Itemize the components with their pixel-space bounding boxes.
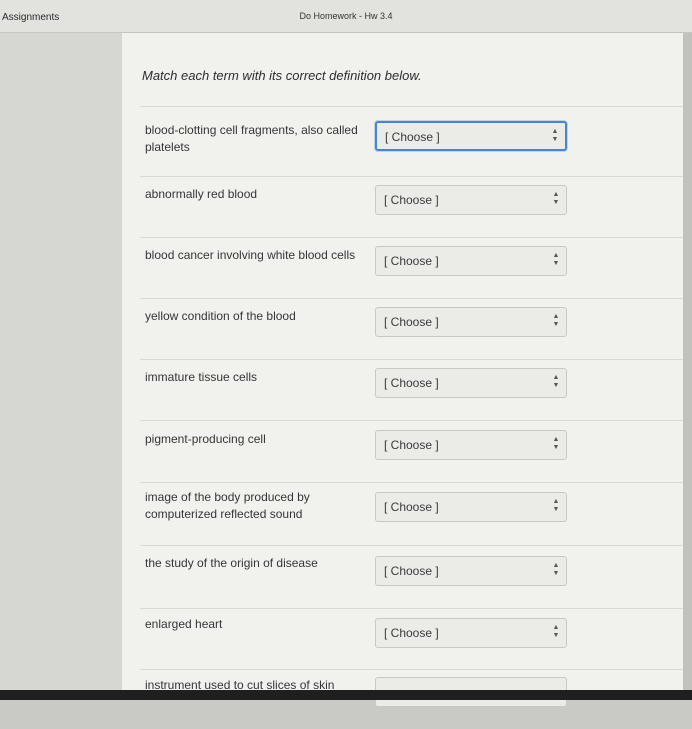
up-down-arrows-icon: ▲ ▼ xyxy=(552,624,560,639)
bottom-bar xyxy=(0,690,692,700)
up-down-arrows-icon: ▲ ▼ xyxy=(552,498,560,513)
term-text: pigment-producing cell xyxy=(145,432,266,446)
match-row: image of the body produced by computeriz… xyxy=(140,483,692,543)
match-row: yellow condition of the blood [ Choose ]… xyxy=(140,298,692,358)
term-text: immature tissue cells xyxy=(145,370,258,384)
up-down-arrows-icon: ▲ ▼ xyxy=(552,252,560,267)
select-value: [ Choose ] xyxy=(384,376,439,390)
select-value: [ Choose ] xyxy=(384,315,439,329)
term-text: instrument used to cut slices of skin xyxy=(145,678,335,689)
up-down-arrows-icon: ▲ ▼ xyxy=(551,128,559,143)
match-row: immature tissue cells [ Choose ] ▲ ▼ xyxy=(140,359,692,419)
up-down-arrows-icon: ▲ ▼ xyxy=(552,191,560,206)
divider xyxy=(140,545,692,546)
select-value: [ Choose ] xyxy=(384,564,439,578)
term-text: image of the body produced by computeriz… xyxy=(145,490,310,521)
page-title: Do Homework - Hw 3.4 xyxy=(299,11,393,21)
match-row: enlarged heart [ Choose ] ▲ ▼ xyxy=(140,609,692,669)
up-down-arrows-icon: ▲ ▼ xyxy=(552,313,560,328)
select-value: [ Choose ] xyxy=(384,193,439,207)
match-row: blood-clotting cell fragments, also call… xyxy=(140,113,692,173)
answer-select[interactable]: [ Choose ] ▲ ▼ xyxy=(375,492,567,522)
match-row: the study of the origin of disease [ Cho… xyxy=(140,547,692,607)
term-text: enlarged heart xyxy=(145,617,223,631)
up-down-arrows-icon: ▲ ▼ xyxy=(552,562,560,577)
select-value: [ Choose ] xyxy=(384,438,439,452)
question-instruction: Match each term with its correct definit… xyxy=(142,68,422,83)
match-row: blood cancer involving white blood cells… xyxy=(140,237,692,297)
left-panel xyxy=(0,33,122,700)
divider xyxy=(140,106,692,107)
answer-select[interactable]: [ Choose ] ▲ ▼ xyxy=(375,368,567,398)
term-text: abnormally red blood xyxy=(145,187,258,201)
term-text: the study of the origin of disease xyxy=(145,556,318,570)
term-text: blood-clotting cell fragments, also call… xyxy=(145,123,358,154)
answer-select[interactable]: [ Choose ] ▲ ▼ xyxy=(375,121,567,151)
up-down-arrows-icon: ▲ ▼ xyxy=(552,436,560,451)
answer-select[interactable]: [ Choose ] ▲ ▼ xyxy=(375,556,567,586)
top-bar: Assignments Do Homework - Hw 3.4 xyxy=(0,0,692,33)
match-row: abnormally red blood [ Choose ] ▲ ▼ xyxy=(140,176,692,236)
answer-select[interactable]: [ Choose ] ▲ ▼ xyxy=(375,618,567,648)
select-value: [ Choose ] xyxy=(384,626,439,640)
quiz-content: Match each term with its correct definit… xyxy=(122,33,692,707)
select-value: [ Choose ] xyxy=(384,500,439,514)
term-text: blood cancer involving white blood cells xyxy=(145,248,356,262)
answer-select[interactable]: [ Choose ] ▲ ▼ xyxy=(375,307,567,337)
answer-select[interactable]: [ Choose ] ▲ ▼ xyxy=(375,246,567,276)
answer-select[interactable]: [ Choose ] ▲ ▼ xyxy=(375,430,567,460)
term-text: yellow condition of the blood xyxy=(145,309,296,323)
select-value: [ Choose ] xyxy=(384,254,439,268)
up-down-arrows-icon: ▲ ▼ xyxy=(552,374,560,389)
match-row: pigment-producing cell [ Choose ] ▲ ▼ xyxy=(140,421,692,481)
select-value: [ Choose ] xyxy=(385,130,440,144)
answer-select[interactable]: [ Choose ] ▲ ▼ xyxy=(375,185,567,215)
scroll-gutter xyxy=(683,33,692,700)
